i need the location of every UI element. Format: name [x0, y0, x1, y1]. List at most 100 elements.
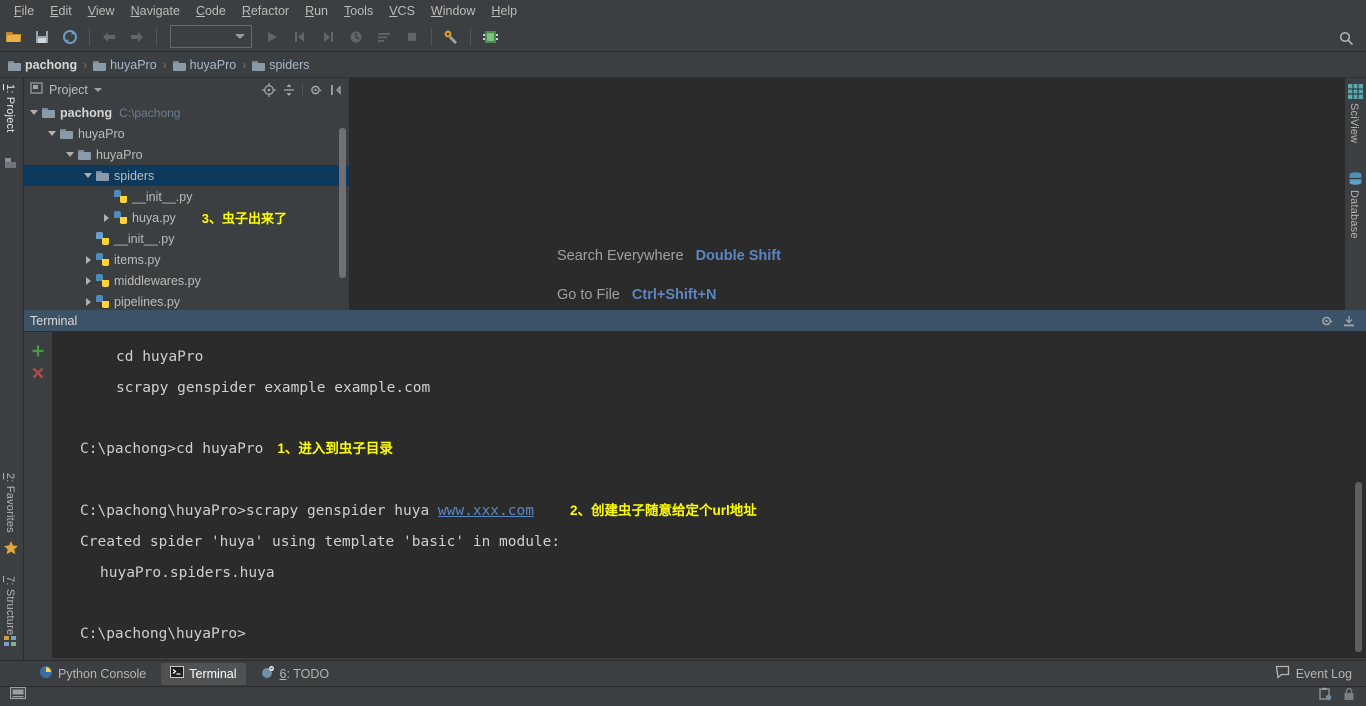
menu-item-view-label: iew — [95, 3, 115, 18]
tab-python-console[interactable]: Python Console — [30, 663, 155, 685]
tab-label: Python Console — [58, 666, 147, 681]
todo-label-rest: : TODO — [286, 666, 330, 681]
menu-item-run[interactable]: Run — [297, 2, 336, 21]
sidebar-item-favorites[interactable]: 2: Favorites — [4, 473, 16, 533]
chevron-down-icon[interactable] — [82, 165, 94, 186]
search-icon[interactable] — [1339, 31, 1354, 51]
save-all-icon[interactable] — [31, 26, 53, 48]
hide-panel-icon[interactable] — [1340, 312, 1358, 330]
menu-item-refactor-label: efactor — [250, 3, 290, 18]
toolbar-separator-3 — [431, 27, 432, 46]
memory-indicator-icon[interactable] — [9, 686, 27, 706]
sync-icon[interactable] — [59, 26, 81, 48]
rerun-icon[interactable] — [289, 26, 311, 48]
hide-panel-icon[interactable] — [327, 81, 345, 99]
chevron-right-icon[interactable] — [82, 270, 94, 291]
tree-node-huya-py[interactable]: huya.py 3、虫子出来了 — [24, 207, 349, 228]
tab-label: Terminal — [189, 666, 237, 681]
terminal-scrollbar[interactable] — [1355, 482, 1362, 652]
forward-arrow-icon[interactable] — [126, 26, 148, 48]
breadcrumb-label: huyaPro — [189, 58, 237, 72]
star-icon — [3, 540, 19, 561]
settings-wrench-icon[interactable] — [440, 26, 462, 48]
menu-item-navigate-label: avigate — [139, 3, 180, 18]
sidebar-item-database[interactable]: Database — [1348, 190, 1360, 239]
breadcrumb-item-pachong[interactable]: pachong — [8, 58, 77, 72]
breadcrumb-item-huyapro-2[interactable]: huyaPro — [172, 58, 237, 72]
menu-item-help[interactable]: Help — [483, 2, 525, 21]
sidebar-item-project[interactable]: 1: Project — [4, 84, 16, 132]
breadcrumb-item-spiders[interactable]: spiders — [252, 58, 310, 72]
chevron-down-icon[interactable] — [46, 123, 58, 144]
terminal-header: Terminal — [24, 310, 1366, 332]
breadcrumb-separator: › — [162, 58, 167, 72]
tree-node-pipelines-py[interactable]: pipelines.py — [24, 291, 349, 310]
clipboard-icon[interactable] — [1318, 687, 1332, 706]
open-folder-icon[interactable] — [3, 26, 25, 48]
chevron-down-icon[interactable] — [28, 102, 40, 123]
event-log-button[interactable]: Event Log — [1275, 665, 1352, 682]
menu-item-edit[interactable]: Edit — [42, 2, 80, 21]
breadcrumb-label: pachong — [25, 58, 78, 72]
tree-node-init-py-huyapro[interactable]: __init__.py — [24, 228, 349, 249]
chevron-down-icon[interactable] — [64, 144, 76, 165]
terminal-line-text: C:\pachong>cd huyaPro — [80, 441, 264, 458]
chevron-down-icon[interactable] — [93, 88, 102, 92]
lock-icon[interactable] — [1342, 687, 1356, 706]
back-arrow-icon[interactable] — [98, 26, 120, 48]
tree-node-middlewares-py[interactable]: middlewares.py — [24, 270, 349, 291]
chevron-right-icon[interactable] — [82, 291, 94, 310]
menu-item-window[interactable]: Window — [423, 2, 483, 21]
gear-icon[interactable] — [307, 81, 325, 99]
terminal-output[interactable]: cd huyaPro scrapy genspider example exam… — [52, 332, 1366, 658]
terminal-url-link[interactable]: www.xxx.com — [438, 503, 534, 519]
project-panel-tools — [260, 81, 345, 99]
stop-icon[interactable] — [401, 26, 423, 48]
menu-item-code[interactable]: Code — [188, 2, 234, 21]
run-icon[interactable] — [261, 26, 283, 48]
project-window-icon — [30, 81, 44, 100]
tree-node-label: items.py — [114, 252, 161, 267]
run-configuration-dropdown[interactable] — [170, 25, 252, 48]
bottom-tool-window-bar: Python Console Terminal 6: TODO Event Lo… — [0, 660, 1366, 686]
tree-node-spiders[interactable]: spiders — [24, 165, 349, 186]
collapse-all-icon[interactable] — [280, 81, 298, 99]
menu-item-refactor[interactable]: Refactor — [234, 2, 297, 21]
new-session-plus-icon[interactable] — [28, 340, 48, 362]
menu-item-tools[interactable]: Tools — [336, 2, 381, 21]
python-package-icon[interactable] — [479, 26, 501, 48]
tree-node-pachong[interactable]: pachong C:\pachong — [24, 102, 349, 123]
locate-target-icon[interactable] — [260, 81, 278, 99]
menu-item-navigate[interactable]: Navigate — [123, 2, 188, 21]
folder-icon — [76, 149, 92, 160]
gear-icon[interactable] — [1318, 312, 1336, 330]
event-log-label: Event Log — [1295, 666, 1352, 681]
chevron-right-icon[interactable] — [82, 249, 94, 270]
tree-node-items-py[interactable]: items.py — [24, 249, 349, 270]
debug-icon[interactable] — [345, 26, 367, 48]
tree-node-huyapro-1[interactable]: huyaPro — [24, 123, 349, 144]
menu-item-file[interactable]: File — [6, 2, 42, 21]
menu-item-view[interactable]: View — [80, 2, 123, 21]
tree-node-path: C:\pachong — [119, 105, 181, 120]
terminal-line-text: C:\pachong\huyaPro>scrapy genspider huya — [80, 502, 438, 519]
breadcrumb-label: spiders — [269, 58, 310, 72]
menu-item-vcs[interactable]: VCS — [381, 2, 423, 21]
tree-node-init-py-spiders[interactable]: __init__.py — [24, 186, 349, 207]
project-tree: pachong C:\pachong huyaPro huyaPro spide… — [24, 102, 349, 310]
project-tree-scrollbar[interactable] — [339, 128, 346, 278]
tab-terminal[interactable]: Terminal — [161, 662, 246, 685]
tab-todo[interactable]: 6: TODO — [252, 663, 339, 685]
breadcrumb-item-huyapro-1[interactable]: huyaPro — [93, 58, 157, 72]
sidebar-item-sciview[interactable]: SciView — [1348, 103, 1360, 143]
step-icon[interactable] — [317, 26, 339, 48]
close-session-x-icon[interactable] — [28, 362, 48, 384]
tree-node-huyapro-2[interactable]: huyaPro — [24, 144, 349, 165]
menu-bar: File Edit View Navigate Code Refactor Ru… — [0, 0, 1366, 22]
chevron-right-icon[interactable] — [100, 207, 112, 228]
sidebar-item-structure[interactable]: 7: Structure — [4, 576, 16, 635]
coverage-icon[interactable] — [373, 26, 395, 48]
folder-icon — [172, 60, 186, 71]
